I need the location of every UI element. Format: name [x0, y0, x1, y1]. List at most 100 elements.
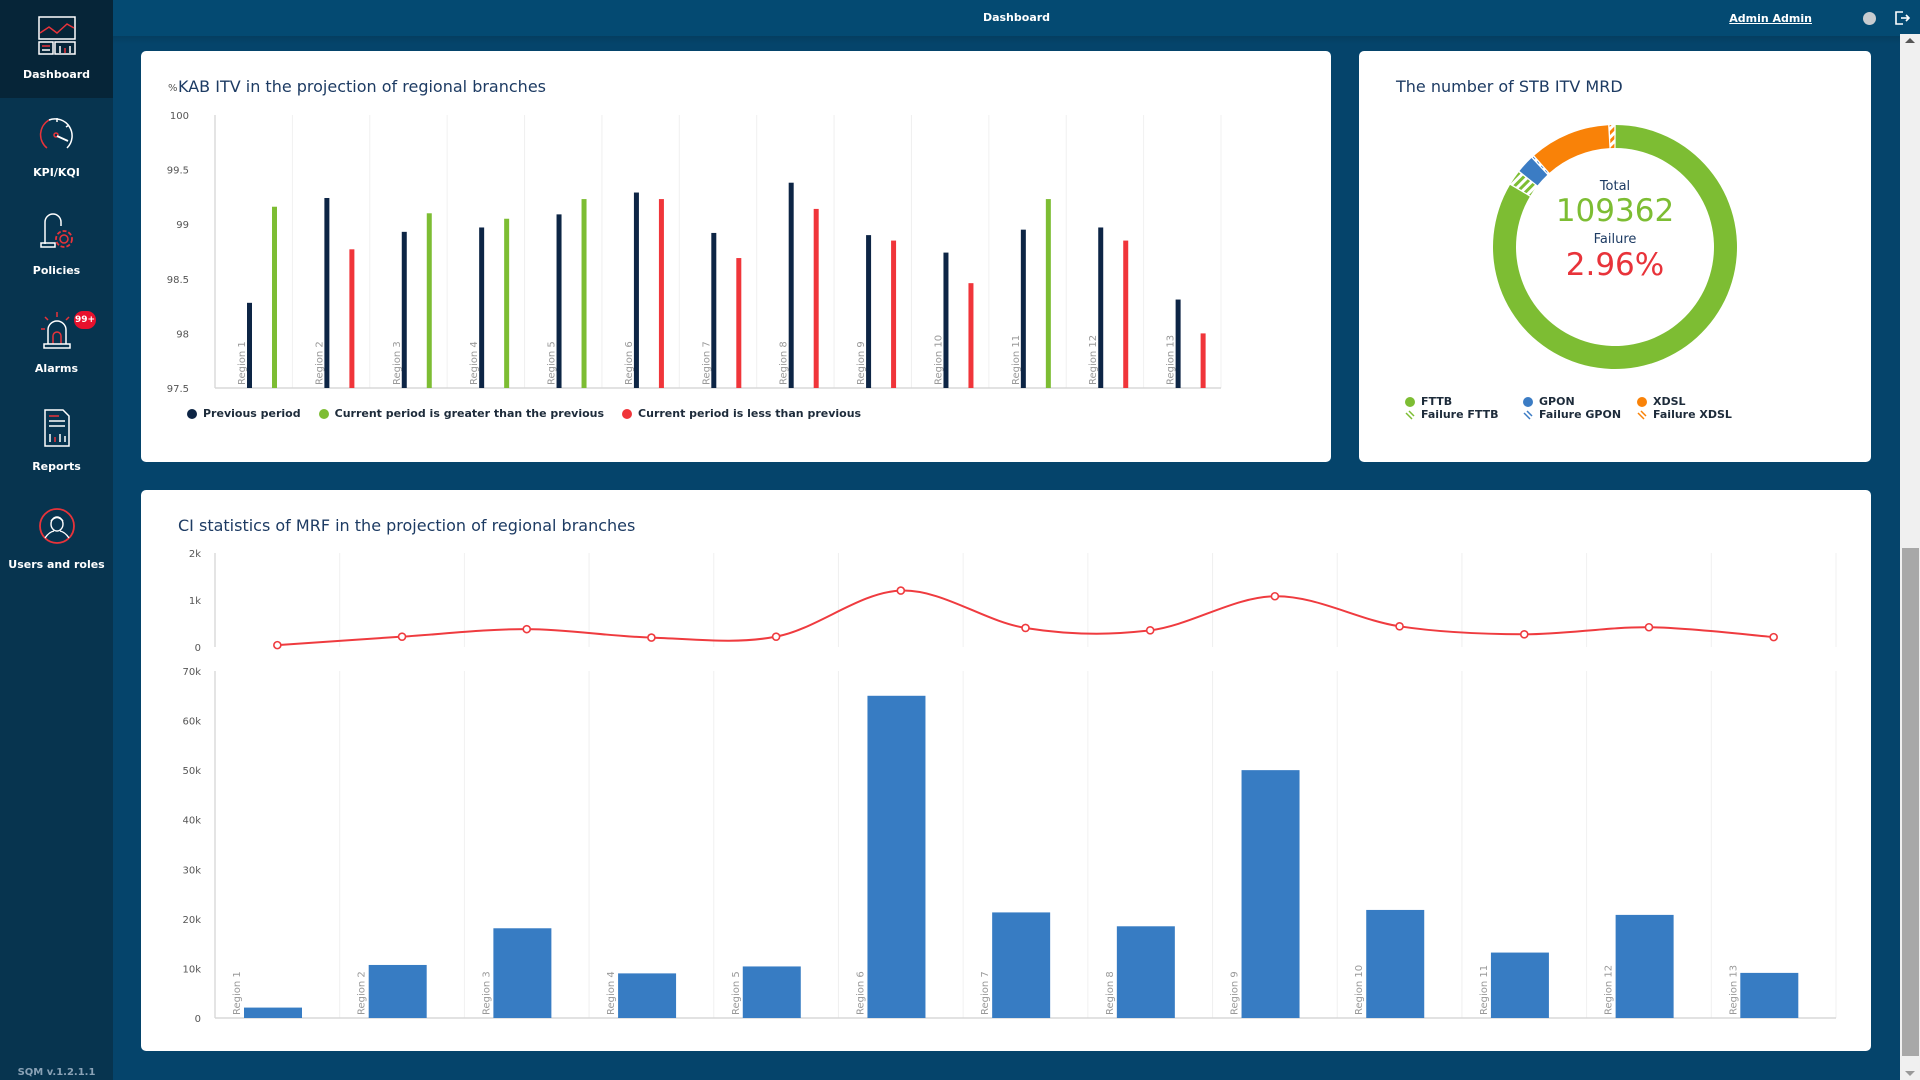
legend-item-xdsl[interactable]: XDSL — [1637, 395, 1757, 408]
sidebar-item-reports[interactable]: Reports — [0, 392, 113, 490]
ci-line-point — [1021, 623, 1030, 633]
bar-current — [426, 213, 432, 388]
sidebar-item-users-and-roles[interactable]: Users and roles — [0, 490, 113, 588]
sidebar-item-alarms[interactable]: Alarms — [0, 294, 113, 392]
legend-item-greater[interactable]: Current period is greater than the previ… — [318, 407, 605, 420]
bar-y-tick-label: 60k — [182, 717, 201, 728]
ci-bar — [1366, 909, 1425, 1018]
bar-x-tick-label: Region 13 — [1728, 965, 1739, 1015]
ci-line-point — [647, 633, 656, 642]
sidebar-item-policies[interactable]: Policies — [0, 196, 113, 294]
legend-label: FTTB — [1421, 395, 1453, 408]
help-icon[interactable] — [1863, 12, 1876, 25]
bar-x-tick-label: Region 11 — [1479, 965, 1490, 1015]
x-tick-label: Region 11 — [1011, 335, 1022, 385]
x-tick-label: Region 5 — [547, 341, 558, 385]
ci-statistics-card: CI statistics of MRF in the projection o… — [141, 490, 1871, 1051]
legend-item-gpon[interactable]: GPON — [1523, 395, 1637, 408]
ci-line-point — [1769, 632, 1778, 642]
scrollbar-thumb[interactable] — [1902, 548, 1919, 1056]
bar-previous — [711, 232, 717, 388]
y-axis-unit: % — [168, 83, 178, 94]
logout-icon[interactable] — [1894, 10, 1912, 26]
bar-y-tick-label: 10k — [182, 964, 201, 975]
user-profile-link[interactable]: Admin Admin — [1729, 12, 1812, 25]
hatch-icon-gpon — [1523, 409, 1533, 420]
line-y-tick-label: 2k — [189, 549, 201, 560]
bar-current — [272, 206, 277, 388]
bar-previous — [633, 192, 639, 388]
bar-current — [968, 283, 974, 388]
policy-gear-icon — [35, 210, 79, 254]
legend-label: Current period is greater than the previ… — [334, 407, 605, 420]
ci-line-point — [397, 632, 407, 641]
bar-current — [891, 240, 897, 388]
legend-label: Failure GPON — [1539, 408, 1622, 421]
ci-bar — [1116, 926, 1175, 1018]
bar-current — [504, 218, 510, 388]
legend-item-fttb[interactable]: FTTB — [1405, 395, 1523, 408]
sidebar-item-label: Dashboard — [22, 68, 91, 81]
legend-dot-less — [622, 408, 633, 419]
bar-previous — [866, 235, 872, 388]
donut-slice-failure-xdsl — [1609, 125, 1615, 149]
x-tick-label: Region 12 — [1088, 335, 1099, 385]
page-scrollbar[interactable] — [1900, 34, 1920, 1080]
bar-current — [1123, 240, 1129, 388]
bar-y-tick-label: 0 — [195, 1014, 201, 1025]
ci-line-point — [1145, 626, 1155, 635]
sidebar-item-dashboard[interactable]: Dashboard — [0, 0, 113, 98]
ci-line-point — [1519, 630, 1529, 639]
scroll-up-arrow-icon[interactable] — [1905, 38, 1915, 43]
bar-y-tick-label: 20k — [182, 915, 201, 926]
line-y-tick-label: 1k — [189, 596, 201, 607]
x-tick-label: Region 9 — [856, 341, 867, 385]
failure-label: Failure — [1593, 232, 1637, 247]
sidebar-item-label: Reports — [32, 460, 81, 473]
legend-item-previous[interactable]: Previous period — [187, 407, 301, 420]
sidebar-item-kpi-kqi[interactable]: KPI/KQI — [0, 98, 113, 196]
sidebar-item-label: Policies — [32, 264, 81, 277]
x-tick-label: Region 6 — [624, 341, 635, 385]
ci-line-point — [1644, 622, 1654, 632]
bar-x-tick-label: Region 7 — [980, 971, 991, 1015]
ci-line-point — [1270, 591, 1280, 601]
legend-item-failure-fttb[interactable]: Failure FTTB — [1405, 408, 1523, 421]
bar-previous — [401, 231, 407, 388]
legend-label: Previous period — [203, 407, 301, 420]
stb-itv-card: The number of STB ITV MRD Total 109362 F… — [1359, 51, 1871, 462]
bar-x-tick-label: Region 9 — [1230, 971, 1241, 1015]
ci-bar — [244, 1007, 302, 1018]
bar-x-tick-label: Region 2 — [357, 971, 368, 1015]
bar-previous — [1098, 227, 1104, 388]
legend-dot-fttb — [1405, 396, 1415, 407]
bar-previous — [247, 302, 252, 388]
sidebar-item-label: Alarms — [34, 362, 79, 375]
x-tick-label: Region 8 — [779, 341, 790, 385]
scroll-down-arrow-icon[interactable] — [1905, 1071, 1915, 1076]
ci-line-point — [273, 640, 282, 650]
legend-label: Current period is less than previous — [638, 407, 862, 420]
legend-label: XDSL — [1653, 395, 1686, 408]
ci-bar — [1241, 770, 1300, 1018]
hatch-icon-fttb — [1405, 409, 1415, 420]
x-tick-label: Region 1 — [237, 341, 248, 385]
x-tick-label: Region 3 — [392, 341, 403, 385]
bar-current — [813, 208, 819, 388]
line-y-tick-label: 0 — [195, 643, 201, 654]
bar-x-tick-label: Region 10 — [1354, 965, 1365, 1015]
legend-dot-previous — [187, 408, 197, 419]
y-tick-label: 98.5 — [167, 275, 189, 286]
y-tick-label: 98 — [176, 329, 189, 340]
bar-x-tick-label: Region 8 — [1105, 971, 1116, 1015]
y-tick-label: 99.5 — [167, 166, 189, 177]
bar-y-tick-label: 40k — [182, 816, 201, 827]
legend-item-failure-xdsl[interactable]: Failure XDSL — [1637, 408, 1757, 421]
legend-item-less[interactable]: Current period is less than previous — [622, 407, 861, 420]
alarms-count-badge: 99+ — [74, 311, 96, 329]
bar-previous — [788, 182, 794, 388]
x-tick-label: Region 4 — [469, 341, 480, 385]
bar-current — [1200, 333, 1206, 388]
bar-previous — [324, 197, 330, 388]
legend-item-failure-gpon[interactable]: Failure GPON — [1523, 408, 1637, 421]
